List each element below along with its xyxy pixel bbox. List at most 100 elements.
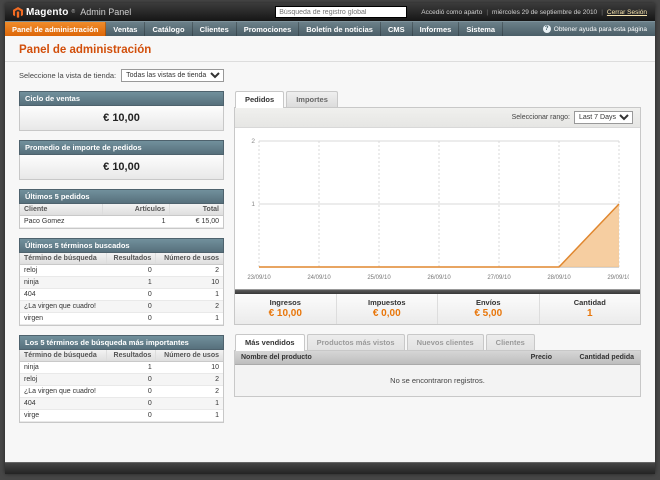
- cell-term: ¿La virgen que cuadro!: [20, 385, 107, 398]
- table-row[interactable]: reloj 0 2: [20, 373, 223, 386]
- total-tax: Impuestos € 0,00: [337, 294, 438, 324]
- range-select[interactable]: Last 7 Days: [574, 111, 633, 124]
- total-label: Ingresos: [269, 298, 301, 307]
- total-value: € 5,00: [474, 308, 503, 319]
- orders-panel: Seleccionar rango: Last 7 Days 1 2 23/09/1…: [234, 107, 641, 325]
- top-search-terms-box: Los 5 términos de búsqueda más important…: [19, 335, 224, 423]
- tab-customers[interactable]: Clientes: [485, 334, 535, 350]
- cell-uses: 1: [155, 397, 223, 410]
- table-header-row: Término de búsqueda Resultados Número de…: [20, 253, 223, 265]
- help-label: Obtener ayuda para esta página: [553, 25, 647, 33]
- cell-term: reloj: [20, 264, 107, 277]
- page-help-link[interactable]: ? Obtener ayuda para esta página: [535, 22, 655, 36]
- cell-items: 1: [102, 215, 170, 228]
- cell-uses: 10: [155, 361, 223, 374]
- tab-bestsellers[interactable]: Más vendidos: [235, 334, 305, 351]
- cell-term: virge: [20, 409, 107, 422]
- range-label: Seleccionar rango:: [511, 114, 570, 121]
- logo-registered-mark: ®: [71, 8, 76, 15]
- table-row[interactable]: ninja 1 10: [20, 361, 223, 374]
- tab-new-customers[interactable]: Nuevos clientes: [406, 334, 484, 350]
- total-value: € 10,00: [268, 308, 302, 319]
- logged-in-text: Accedió como aparto: [421, 8, 483, 16]
- col-header: Término de búsqueda: [20, 350, 107, 362]
- grid-tabs: Más vendidos Productos más vistos Nuevos…: [234, 334, 641, 351]
- magento-logo-icon: [13, 6, 23, 18]
- grid-header-row: Nombre del producto Precio Cantidad pedi…: [235, 351, 640, 365]
- last-orders-table: Cliente Artículos Total Paco Gomez 1 € 1…: [19, 204, 224, 229]
- tab-importes[interactable]: Importes: [286, 91, 338, 107]
- cell-uses: 1: [155, 288, 223, 301]
- nav-newsletter[interactable]: Boletín de noticias: [299, 22, 381, 36]
- cell-term: 404: [20, 288, 107, 301]
- svg-text:2: 2: [251, 138, 255, 145]
- svg-text:28/09/10: 28/09/10: [547, 275, 571, 281]
- store-view-label: Seleccione la vista de tienda:: [19, 71, 117, 80]
- nav-sales[interactable]: Ventas: [106, 22, 146, 36]
- cell-uses: 10: [155, 276, 223, 289]
- total-label: Impuestos: [367, 298, 406, 307]
- orders-chart: 1 2 23/09/10 24/09/10 25/09/10 26/09/10 27/09/…: [235, 128, 640, 289]
- svg-text:1: 1: [251, 201, 255, 208]
- svg-text:25/09/10: 25/09/10: [367, 275, 391, 281]
- svg-text:27/09/10: 27/09/10: [487, 275, 511, 281]
- nav-catalog[interactable]: Catálogo: [145, 22, 193, 36]
- nav-promotions[interactable]: Promociones: [237, 22, 300, 36]
- nav-cms[interactable]: CMS: [381, 22, 413, 36]
- total-shipping: Envíos € 5,00: [438, 294, 540, 324]
- col-header: Artículos: [102, 204, 171, 216]
- table-row[interactable]: 404 0 1: [20, 288, 223, 301]
- cell-uses: 2: [155, 300, 223, 313]
- nav-system[interactable]: Sistema: [459, 22, 504, 36]
- table-header-row: Término de búsqueda Resultados Número de…: [20, 350, 223, 362]
- table-row[interactable]: reloj 0 2: [20, 264, 223, 277]
- magento-logo[interactable]: Magento ® Admin Panel: [13, 6, 131, 18]
- cell-results: 0: [106, 373, 156, 386]
- dashboard-sidebar: Ciclo de ventas € 10,00 Promedio de impo…: [19, 91, 224, 432]
- cell-results: 0: [106, 312, 156, 325]
- logo-name: Magento: [26, 6, 69, 18]
- last-orders-title: Últimos 5 pedidos: [19, 189, 224, 204]
- content-area: Panel de administración Seleccione la vi…: [5, 36, 655, 462]
- table-row[interactable]: virgen 0 1: [20, 312, 223, 325]
- session-info: Accedió como aparto | miércoles 29 de se…: [421, 9, 647, 16]
- cell-results: 0: [106, 385, 156, 398]
- logout-link[interactable]: Cerrar Sesión: [607, 9, 647, 16]
- admin-page: Magento ® Admin Panel Accedió como apart…: [5, 3, 655, 474]
- table-row[interactable]: ¿La virgen que cuadro! 0 2: [20, 385, 223, 398]
- cell-results: 1: [106, 276, 156, 289]
- cell-results: 0: [106, 397, 156, 410]
- cell-uses: 2: [155, 373, 223, 386]
- nav-dashboard[interactable]: Panel de administración: [5, 22, 107, 36]
- svg-text:24/09/10: 24/09/10: [307, 275, 331, 281]
- cell-customer: Paco Gomez: [20, 215, 103, 228]
- bestsellers-panel: Nombre del producto Precio Cantidad pedi…: [234, 350, 641, 397]
- table-row[interactable]: virge 0 1: [20, 409, 223, 422]
- tab-pedidos[interactable]: Pedidos: [235, 91, 285, 108]
- table-row[interactable]: ¿La virgen que cuadro! 0 2: [20, 300, 223, 313]
- cell-term: ¿La virgen que cuadro!: [20, 300, 107, 313]
- nav-reports[interactable]: Informes: [413, 22, 460, 36]
- nav-customers[interactable]: Clientes: [193, 22, 237, 36]
- cell-results: 0: [106, 300, 156, 313]
- table-header-row: Cliente Artículos Total: [20, 204, 223, 216]
- total-revenue: Ingresos € 10,00: [235, 294, 337, 324]
- table-row[interactable]: ninja 1 10: [20, 276, 223, 289]
- chart-tabs: Pedidos Importes: [234, 91, 641, 108]
- range-row: Seleccionar rango: Last 7 Days: [235, 108, 640, 128]
- table-row[interactable]: 404 0 1: [20, 397, 223, 410]
- col-header: Número de usos: [155, 253, 223, 265]
- tab-most-viewed[interactable]: Productos más vistos: [306, 334, 405, 350]
- page-title: Panel de administración: [19, 44, 152, 56]
- top-header-bar: Magento ® Admin Panel Accedió como apart…: [5, 3, 655, 21]
- store-view-select[interactable]: Todas las vistas de tienda: [121, 69, 225, 82]
- top-search-terms-title: Los 5 términos de búsqueda más important…: [19, 335, 224, 350]
- total-value: € 0,00: [372, 308, 401, 319]
- global-search-input[interactable]: [275, 6, 408, 18]
- cell-term: ninja: [20, 276, 107, 289]
- cell-results: 0: [106, 264, 156, 277]
- total-value: 1: [586, 308, 593, 319]
- table-row[interactable]: Paco Gomez 1 € 15,00: [20, 215, 223, 228]
- cell-results: 0: [106, 288, 156, 301]
- footer-bar: [5, 462, 655, 474]
